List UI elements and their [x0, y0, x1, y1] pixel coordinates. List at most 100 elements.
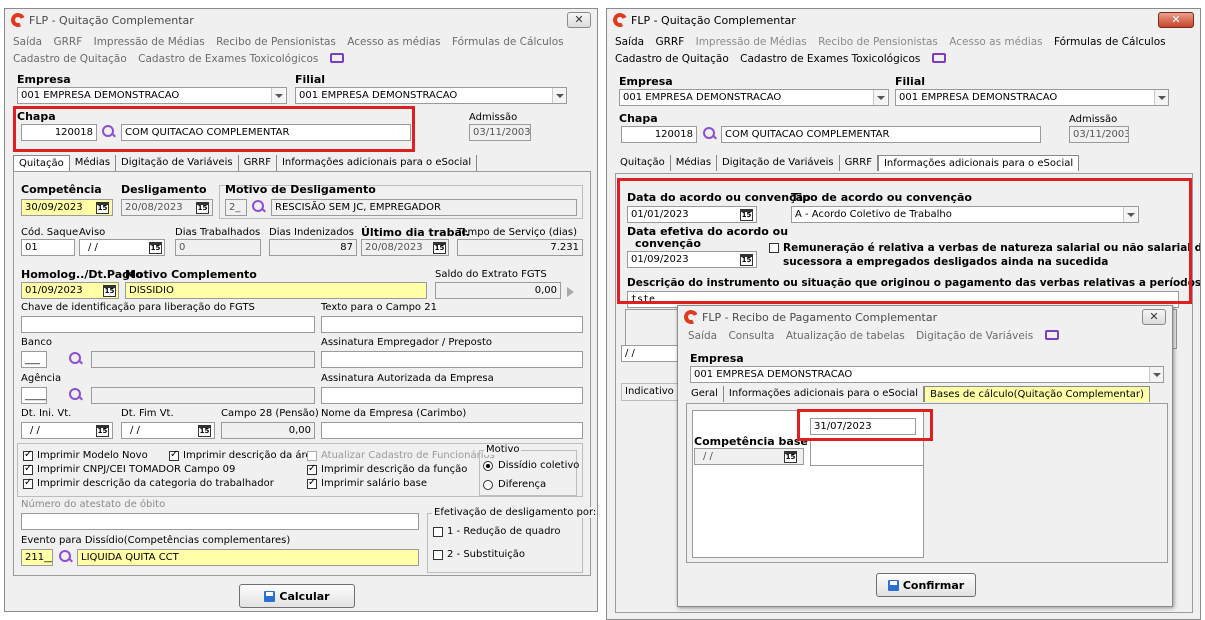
checkbox[interactable] [307, 450, 317, 461]
dias-trabalhados-field[interactable]: 0 [175, 239, 261, 256]
tab-info-esocial[interactable]: Informações adicionais para o eSocial [277, 155, 478, 171]
texto-campo21-input[interactable] [321, 316, 583, 333]
monitor-icon[interactable] [329, 53, 344, 63]
check-desc-funcao[interactable]: Imprimir descrição da função [307, 463, 467, 475]
evento-code-input[interactable]: 211__ [21, 549, 53, 566]
calendar-icon[interactable]: 15 [784, 451, 797, 463]
empresa-select[interactable]: 001 EMPRESA DEMONSTRACAO [17, 87, 287, 104]
tab-quitacao[interactable]: Quitação [13, 155, 70, 171]
tab-digitacao-variaveis[interactable]: Digitação de Variáveis [116, 155, 239, 171]
menu-saida[interactable]: Saída [615, 36, 644, 48]
check-atualizar-cadastro[interactable]: Atualizar Cadastro de Funcionários [307, 450, 495, 461]
check-remuneracao[interactable]: Remuneração é relativa a verbas de natur… [769, 242, 1200, 254]
data-acordo-input[interactable]: 01/01/2023 [627, 206, 757, 223]
chapa-input[interactable]: 120018 [621, 126, 697, 143]
calendar-icon[interactable]: 15 [103, 285, 116, 297]
checkbox[interactable] [23, 463, 33, 475]
arrow-right-icon[interactable] [565, 285, 577, 297]
search-icon[interactable] [703, 127, 717, 141]
menu-saida[interactable]: Saída [13, 36, 42, 48]
checkbox[interactable] [433, 549, 443, 560]
banco-input[interactable]: ___ [21, 351, 47, 368]
search-icon[interactable] [69, 388, 83, 402]
calendar-icon[interactable]: 15 [433, 242, 446, 254]
menu-recibo-pensionistas[interactable]: Recibo de Pensionistas [216, 36, 336, 48]
nome-empresa-input[interactable] [321, 422, 583, 439]
radio-diferenca[interactable]: Diferença [483, 479, 546, 490]
cod-saque-input[interactable]: 01 [21, 239, 75, 256]
check-salario-base[interactable]: Imprimir salário base [307, 477, 427, 489]
menu-cadastro-exames[interactable]: Cadastro de Exames Toxicológicos [740, 53, 920, 65]
filial-select[interactable]: 001 EMPRESA DEMONSTRACAO [895, 89, 1169, 106]
tab-medias[interactable]: Médias [671, 155, 718, 171]
empresa-select[interactable]: 001 EMPRESA DEMONSTRACAO [619, 89, 889, 106]
menu-grrf[interactable]: GRRF [53, 36, 82, 48]
menu-saida[interactable]: Saída [688, 330, 717, 342]
menu-cadastro-quitacao[interactable]: Cadastro de Quitação [615, 53, 729, 65]
tab-info-esocial[interactable]: Informações adicionais para o eSocial [877, 155, 1080, 171]
menu-impressao-medias[interactable]: Impressão de Médias [94, 36, 205, 48]
chapa-input[interactable]: 120018 [21, 124, 97, 141]
chave-fgts-input[interactable] [21, 316, 315, 333]
check-desc-categoria[interactable]: Imprimir descrição da categoria do traba… [23, 477, 274, 489]
calendar-icon[interactable]: 15 [96, 425, 109, 437]
tipo-acordo-select[interactable]: A - Acordo Coletivo de Trabalho [791, 206, 1139, 223]
menu-cadastro-quitacao[interactable]: Cadastro de Quitação [13, 53, 127, 65]
check-desc-area[interactable]: Imprimir descrição da área [169, 449, 318, 461]
calendar-icon[interactable]: 15 [96, 202, 109, 214]
calendar-icon[interactable]: 15 [196, 202, 209, 214]
close-button[interactable]: ✕ [1158, 12, 1194, 28]
search-icon[interactable] [59, 550, 73, 564]
menu-digitacao-variaveis[interactable]: Digitação de Variáveis [916, 330, 1033, 342]
competencia-date-field[interactable]: 31/07/2023 [810, 418, 916, 435]
check-efetivacao-2[interactable]: 2 - Substituição [433, 549, 525, 560]
chevron-down-icon[interactable] [1149, 367, 1163, 382]
calendar-icon[interactable]: 15 [198, 425, 211, 437]
search-icon[interactable] [252, 200, 266, 214]
menu-recibo-pensionistas[interactable]: Recibo de Pensionistas [818, 36, 938, 48]
motivo-complemento-input[interactable]: DISSIDIO [125, 282, 427, 299]
chevron-down-icon[interactable] [1123, 207, 1137, 222]
partial-date-field[interactable]: / / [621, 345, 681, 362]
close-button[interactable]: ✕ [1142, 309, 1166, 325]
monitor-icon[interactable] [1044, 330, 1059, 340]
checkbox[interactable] [307, 463, 317, 475]
agencia-input[interactable]: _____ [21, 387, 47, 404]
obito-input[interactable] [21, 513, 419, 530]
tab-geral[interactable]: Geral [686, 386, 724, 402]
data-efetiva-input[interactable]: 01/09/2023 [627, 251, 757, 268]
dialog-empresa-select[interactable]: 001 EMPRESA DEMONSTRACAO [690, 366, 1164, 383]
chevron-down-icon[interactable] [1154, 90, 1168, 105]
tab-bases-calculo[interactable]: Bases de cálculo(Quitação Complementar) [924, 386, 1150, 402]
chevron-down-icon[interactable] [873, 90, 887, 105]
checkbox[interactable] [307, 477, 317, 489]
assinatura-empregador-input[interactable] [321, 351, 583, 368]
chevron-down-icon[interactable] [552, 88, 566, 103]
check-modelo-novo[interactable]: Imprimir Modelo Novo [23, 449, 148, 461]
calendar-icon[interactable]: 15 [149, 242, 162, 254]
calendar-icon[interactable]: 15 [740, 254, 753, 266]
tab-quitacao[interactable]: Quitação [615, 155, 671, 171]
tab-grrf[interactable]: GRRF [239, 155, 277, 171]
tab-medias[interactable]: Médias [70, 155, 117, 171]
assinatura-autorizada-input[interactable] [321, 387, 583, 404]
checkbox[interactable] [23, 449, 33, 461]
search-icon[interactable] [69, 352, 83, 366]
confirmar-button[interactable]: Confirmar [876, 573, 976, 597]
tab-grrf[interactable]: GRRF [840, 155, 878, 171]
checkbox[interactable] [169, 449, 179, 461]
menu-formulas[interactable]: Fórmulas de Cálculos [452, 36, 564, 48]
menu-formulas[interactable]: Fórmulas de Cálculos [1054, 36, 1166, 48]
menu-consulta[interactable]: Consulta [728, 330, 774, 342]
calendar-icon[interactable]: 15 [740, 209, 753, 221]
menu-acesso-medias[interactable]: Acesso as médias [347, 36, 440, 48]
search-icon[interactable] [102, 125, 116, 139]
menu-grrf[interactable]: GRRF [655, 36, 684, 48]
menu-cadastro-exames[interactable]: Cadastro de Exames Toxicológicos [138, 53, 318, 65]
filial-select[interactable]: 001 EMPRESA DEMONSTRACAO [295, 87, 567, 104]
menu-impressao-medias[interactable]: Impressão de Médias [696, 36, 807, 48]
monitor-icon[interactable] [931, 53, 946, 63]
tab-info-esocial[interactable]: Informações adicionais para o eSocial [724, 386, 925, 402]
checkbox[interactable] [433, 526, 443, 537]
check-efetivacao-1[interactable]: 1 - Redução de quadro [433, 526, 560, 537]
